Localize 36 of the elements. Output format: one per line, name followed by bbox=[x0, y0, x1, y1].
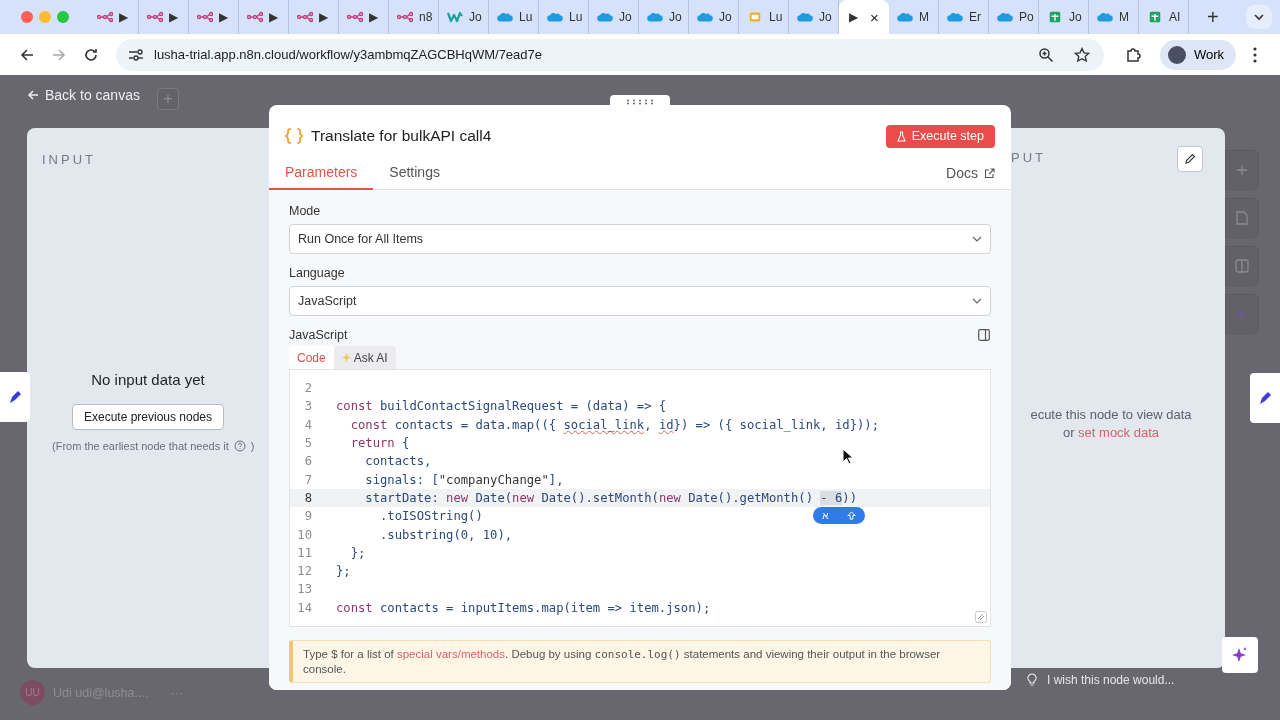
closing-parenthesis: ) bbox=[250, 440, 255, 452]
mock-data-text: or set mock data bbox=[1061, 424, 1161, 442]
panel-heading: INPUT bbox=[42, 152, 96, 167]
code-line: return { bbox=[349, 436, 410, 451]
empty-message: ecute this node to view data bbox=[1029, 406, 1193, 424]
line-number: 13 bbox=[296, 582, 313, 597]
empty-message: No input data yet bbox=[91, 371, 205, 388]
code-line: const buildContactSignalRequest = (data) => { bbox=[336, 399, 667, 414]
code-line: }; bbox=[336, 564, 351, 579]
line-number: 3 bbox=[303, 399, 313, 414]
line-number: 6 bbox=[303, 454, 313, 469]
code-line: .substring(0, 10), bbox=[379, 527, 513, 542]
code-line: signals: ["companyChange"], bbox=[364, 472, 564, 487]
line-number: 5 bbox=[303, 436, 313, 451]
code-line: }; bbox=[349, 545, 366, 560]
code-line: const contacts = inputItems.map(item => item.json); bbox=[336, 600, 711, 615]
field-label: Mode bbox=[289, 204, 322, 218]
line-number: 14 bbox=[296, 600, 313, 615]
line-number: 12 bbox=[296, 564, 313, 579]
line-number: 9 bbox=[303, 509, 313, 524]
code-line: startDate: new Date(new Date().setMonth(new Date().getMonth() - 6)) bbox=[364, 490, 857, 505]
line-number: 2 bbox=[303, 381, 313, 396]
line-number: 10 bbox=[296, 527, 313, 542]
hint-text: Type $ for a list of special vars/methods. Debug by using console.log() statements and viewing their output in the browser console. bbox=[303, 647, 942, 676]
line-number: 4 bbox=[303, 417, 313, 432]
panel-heading: PUT bbox=[1011, 150, 1046, 165]
field-label: JavaScript bbox=[289, 328, 348, 342]
line-number: 8 bbox=[303, 490, 313, 505]
line-number: 11 bbox=[296, 545, 313, 560]
code-line: .toISOString() bbox=[379, 509, 483, 524]
code-line: const contacts = data.map(({ social_link, id}) => ({ social_link, id})); bbox=[349, 417, 879, 432]
field-label: Language bbox=[289, 266, 346, 280]
hint-text: (From the earliest node that needs it bbox=[52, 440, 229, 452]
code-line: contacts, bbox=[364, 454, 432, 469]
node-title: Translate for bulkAPI call4 bbox=[311, 127, 492, 145]
line-number: 7 bbox=[303, 472, 313, 487]
